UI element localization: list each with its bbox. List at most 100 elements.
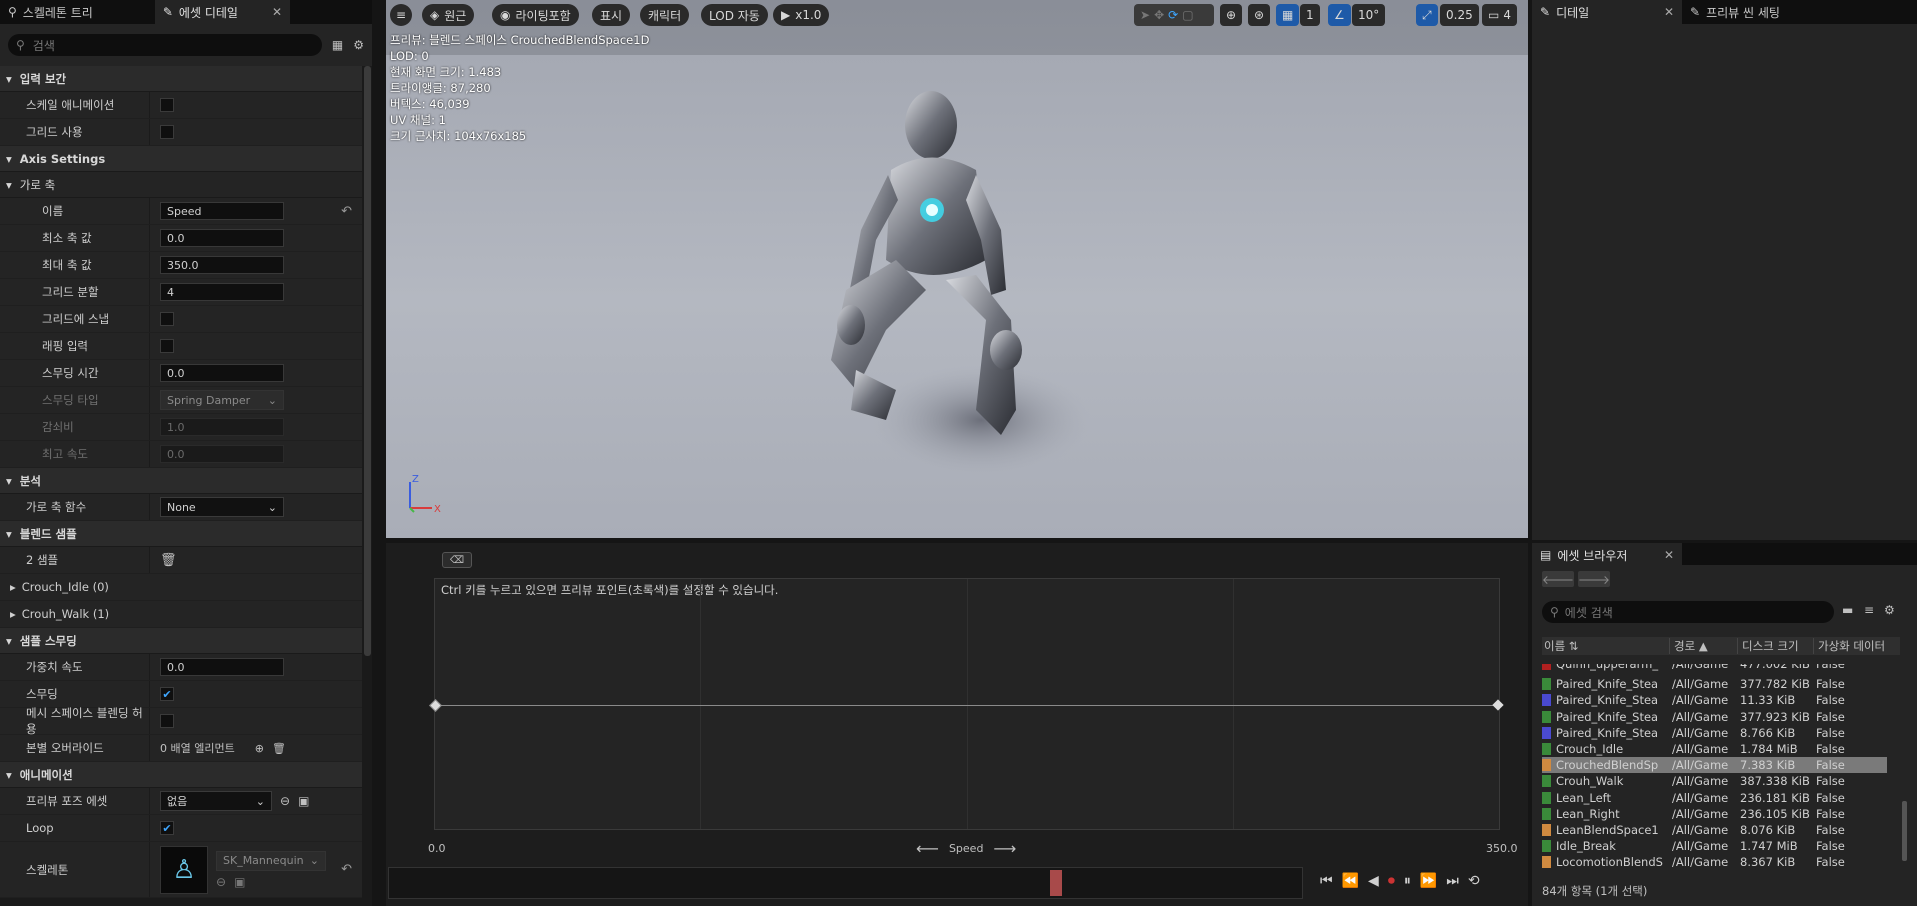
scale-anim-checkbox[interactable] — [160, 98, 174, 112]
grid-div-input[interactable]: 4 — [160, 283, 284, 301]
trash-icon[interactable]: 🗑 — [272, 742, 286, 755]
close-icon[interactable]: ✕ — [1664, 5, 1674, 19]
preview-viewport[interactable]: ≡ ◈ 원근 ◉ 라이팅포함 표시 캐릭터 LOD 자동 ▶ x1.0 ➤ ✥ ⟳ ▢ ⊕ … — [386, 0, 1528, 538]
asset-search-input[interactable]: ⚲ 에셋 검색 — [1542, 601, 1834, 623]
perspective-button[interactable]: ◈ 원근 — [422, 4, 475, 26]
loop-checkbox[interactable]: ✔ — [160, 821, 174, 835]
browse-back-icon[interactable]: ⊖ — [280, 794, 290, 808]
max-speed-input[interactable]: 0.0 — [160, 445, 284, 463]
skip-start-icon[interactable]: ⏮ — [1320, 873, 1333, 889]
lighting-button[interactable]: ◉ 라이팅포함 — [492, 4, 579, 26]
mesh-space-checkbox[interactable] — [160, 714, 174, 728]
section-blend-samples[interactable]: ▾ 블렌드 샘플 — [0, 521, 362, 547]
axis-name-input[interactable]: Speed — [160, 202, 284, 220]
asset-row[interactable]: LocomotionBlendS/All/Game 8.367 KiB False — [1542, 854, 1887, 870]
asset-row[interactable]: Crouch_Idle/All/Game 1.784 MiB False — [1542, 741, 1887, 757]
section-sample-smoothing[interactable]: ▾ 샘플 스무딩 — [0, 628, 362, 654]
timeline-bar[interactable] — [388, 867, 1303, 899]
section-horizontal-axis[interactable]: ▾ 가로 축 — [0, 172, 362, 198]
transform-tools[interactable]: ➤ ✥ ⟳ ▢ — [1134, 4, 1214, 26]
menu-button[interactable]: ≡ — [390, 4, 412, 26]
section-animation[interactable]: ▾ 애니메이션 — [0, 762, 362, 788]
asset-row[interactable]: LeanBlendSpace1/All/Game 8.076 KiB False — [1542, 822, 1887, 838]
tag-toggle-button[interactable]: ⌫ — [442, 552, 472, 568]
max-axis-input[interactable]: 350.0 — [160, 256, 284, 274]
lod-button[interactable]: LOD 자동 — [701, 4, 768, 26]
smoothing-checkbox[interactable]: ✔ — [160, 687, 174, 701]
move-icon[interactable]: ✥ — [1154, 8, 1164, 22]
rotate-icon[interactable]: ⟳ — [1168, 8, 1178, 22]
min-axis-input[interactable]: 0.0 — [160, 229, 284, 247]
world-local-button[interactable]: ⊕ — [1220, 4, 1243, 26]
tab-details[interactable]: ✎ 디테일 ✕ — [1532, 0, 1682, 24]
sample-item[interactable]: ▸ Crouh_Walk (1) — [0, 601, 362, 628]
preview-pose-dropdown[interactable]: 없음 ⌄ — [160, 791, 272, 811]
scale-icon[interactable]: ▢ — [1182, 8, 1193, 22]
sample-point-crouh-walk[interactable] — [1492, 699, 1504, 711]
details-search-input[interactable]: ⚲ 검색 — [8, 34, 322, 56]
asset-row[interactable]: Paired_Knife_Stea/All/Game 377.782 KiB Fal… — [1542, 676, 1887, 692]
weight-speed-input[interactable]: 0.0 — [160, 658, 284, 676]
add-icon[interactable]: ⊕ — [255, 742, 264, 755]
asset-row[interactable]: Paired_Knife_Stea/All/Game 377.923 KiB Fal… — [1542, 709, 1887, 725]
wrap-input-checkbox[interactable] — [160, 339, 174, 353]
character-button[interactable]: 캐릭터 — [640, 4, 690, 26]
col-name[interactable]: 이름 ⇅ — [1542, 638, 1670, 654]
step-forward-icon[interactable]: ⏩ — [1420, 873, 1437, 889]
gear-icon[interactable]: ⚙ — [353, 38, 364, 52]
h-axis-func-dropdown[interactable]: None ⌄ — [160, 497, 284, 517]
use-grid-checkbox[interactable] — [160, 125, 174, 139]
reset-icon[interactable]: ↶ — [341, 862, 352, 877]
skip-end-icon[interactable]: ⏭ — [1446, 873, 1459, 889]
col-virtual[interactable]: 가상화 데이터 — [1814, 638, 1894, 654]
asset-row[interactable]: Crouh_Walk/All/Game 387.338 KiB False — [1542, 773, 1887, 789]
section-input-interp[interactable]: ▾ 입력 보간 — [0, 66, 362, 92]
tab-asset-details[interactable]: ✎ 에셋 디테일 ✕ — [154, 0, 290, 24]
section-axis-settings[interactable]: ▾ Axis Settings — [0, 146, 362, 172]
folder-icon[interactable]: ▣ — [298, 794, 309, 808]
camera-speed-button[interactable]: ▭ 4 — [1482, 4, 1517, 26]
reset-icon[interactable]: ↶ — [341, 204, 352, 219]
asset-row[interactable]: Lean_Right/All/Game 236.105 KiB False — [1542, 806, 1887, 822]
forward-button[interactable]: 🡒 — [1578, 571, 1610, 587]
tab-skeleton-tree[interactable]: ⚲ 스켈레톤 트리 — [0, 0, 101, 24]
scale-snap-button[interactable]: ⤢ — [1416, 4, 1438, 26]
section-analysis[interactable]: ▾ 분석 — [0, 468, 362, 494]
filter-icon[interactable]: ≡ — [1864, 603, 1874, 617]
col-size[interactable]: 디스크 크기 — [1738, 638, 1814, 654]
snap-grid-checkbox[interactable] — [160, 312, 174, 326]
damping-input[interactable]: 1.0 — [160, 418, 284, 436]
step-back-icon[interactable]: ⏪ — [1342, 873, 1359, 889]
grid-snap-button[interactable]: ▦ — [1276, 4, 1300, 26]
grid-snap-value[interactable]: 1 — [1300, 4, 1320, 26]
asset-row[interactable]: Idle_Break/All/Game 1.747 MiB False — [1542, 838, 1887, 854]
folder-icon[interactable]: ▣ — [234, 875, 245, 889]
smooth-time-input[interactable]: 0.0 — [160, 364, 284, 382]
details-scrollbar[interactable] — [364, 66, 371, 656]
trash-icon[interactable]: 🗑 — [160, 553, 177, 568]
scale-snap-value[interactable]: 0.25 — [1440, 4, 1479, 26]
tab-asset-browser[interactable]: ▤ 에셋 브라우저 ✕ — [1532, 543, 1682, 567]
gear-icon[interactable]: ⚙ — [1884, 603, 1895, 617]
rotation-snap-button[interactable]: ∠ — [1328, 4, 1351, 26]
pause-icon[interactable]: ⏸ — [1404, 873, 1411, 889]
asset-row[interactable]: Paired_Knife_Stea/All/Game 11.33 KiB False — [1542, 692, 1887, 708]
sample-item[interactable]: ▸ Crouch_Idle (0) — [0, 574, 362, 601]
rotation-snap-value[interactable]: 10° — [1352, 4, 1386, 26]
playback-speed-button[interactable]: ▶ x1.0 — [773, 4, 830, 26]
close-icon[interactable]: ✕ — [1664, 548, 1674, 562]
select-icon[interactable]: ➤ — [1140, 8, 1150, 22]
close-icon[interactable]: ✕ — [272, 5, 282, 19]
back-button[interactable]: 🡐 — [1542, 571, 1574, 587]
folder-icon[interactable]: ▬ — [1842, 603, 1853, 617]
col-path[interactable]: 경로 ▲ — [1670, 638, 1738, 654]
record-icon[interactable]: ⏺ — [1388, 873, 1395, 889]
tab-preview-settings[interactable]: ✎ 프리뷰 씬 세팅 — [1682, 0, 1788, 24]
show-button[interactable]: 표시 — [592, 4, 631, 26]
blend-space-graph[interactable]: Ctrl 키를 누르고 있으면 프리뷰 포인트(초록색)를 설정할 수 있습니다… — [429, 578, 1504, 830]
timeline-scrubber[interactable] — [1050, 870, 1062, 896]
asset-row[interactable]: Quinn_upperarm_ /All/Game 477.002 KiB False — [1542, 664, 1887, 672]
asset-row[interactable]: Paired_Knife_Stea/All/Game 8.766 KiB False — [1542, 725, 1887, 741]
surface-snap-button[interactable]: ⊛ — [1248, 4, 1271, 26]
asset-row[interactable]: Lean_Left/All/Game 236.181 KiB False — [1542, 790, 1887, 806]
